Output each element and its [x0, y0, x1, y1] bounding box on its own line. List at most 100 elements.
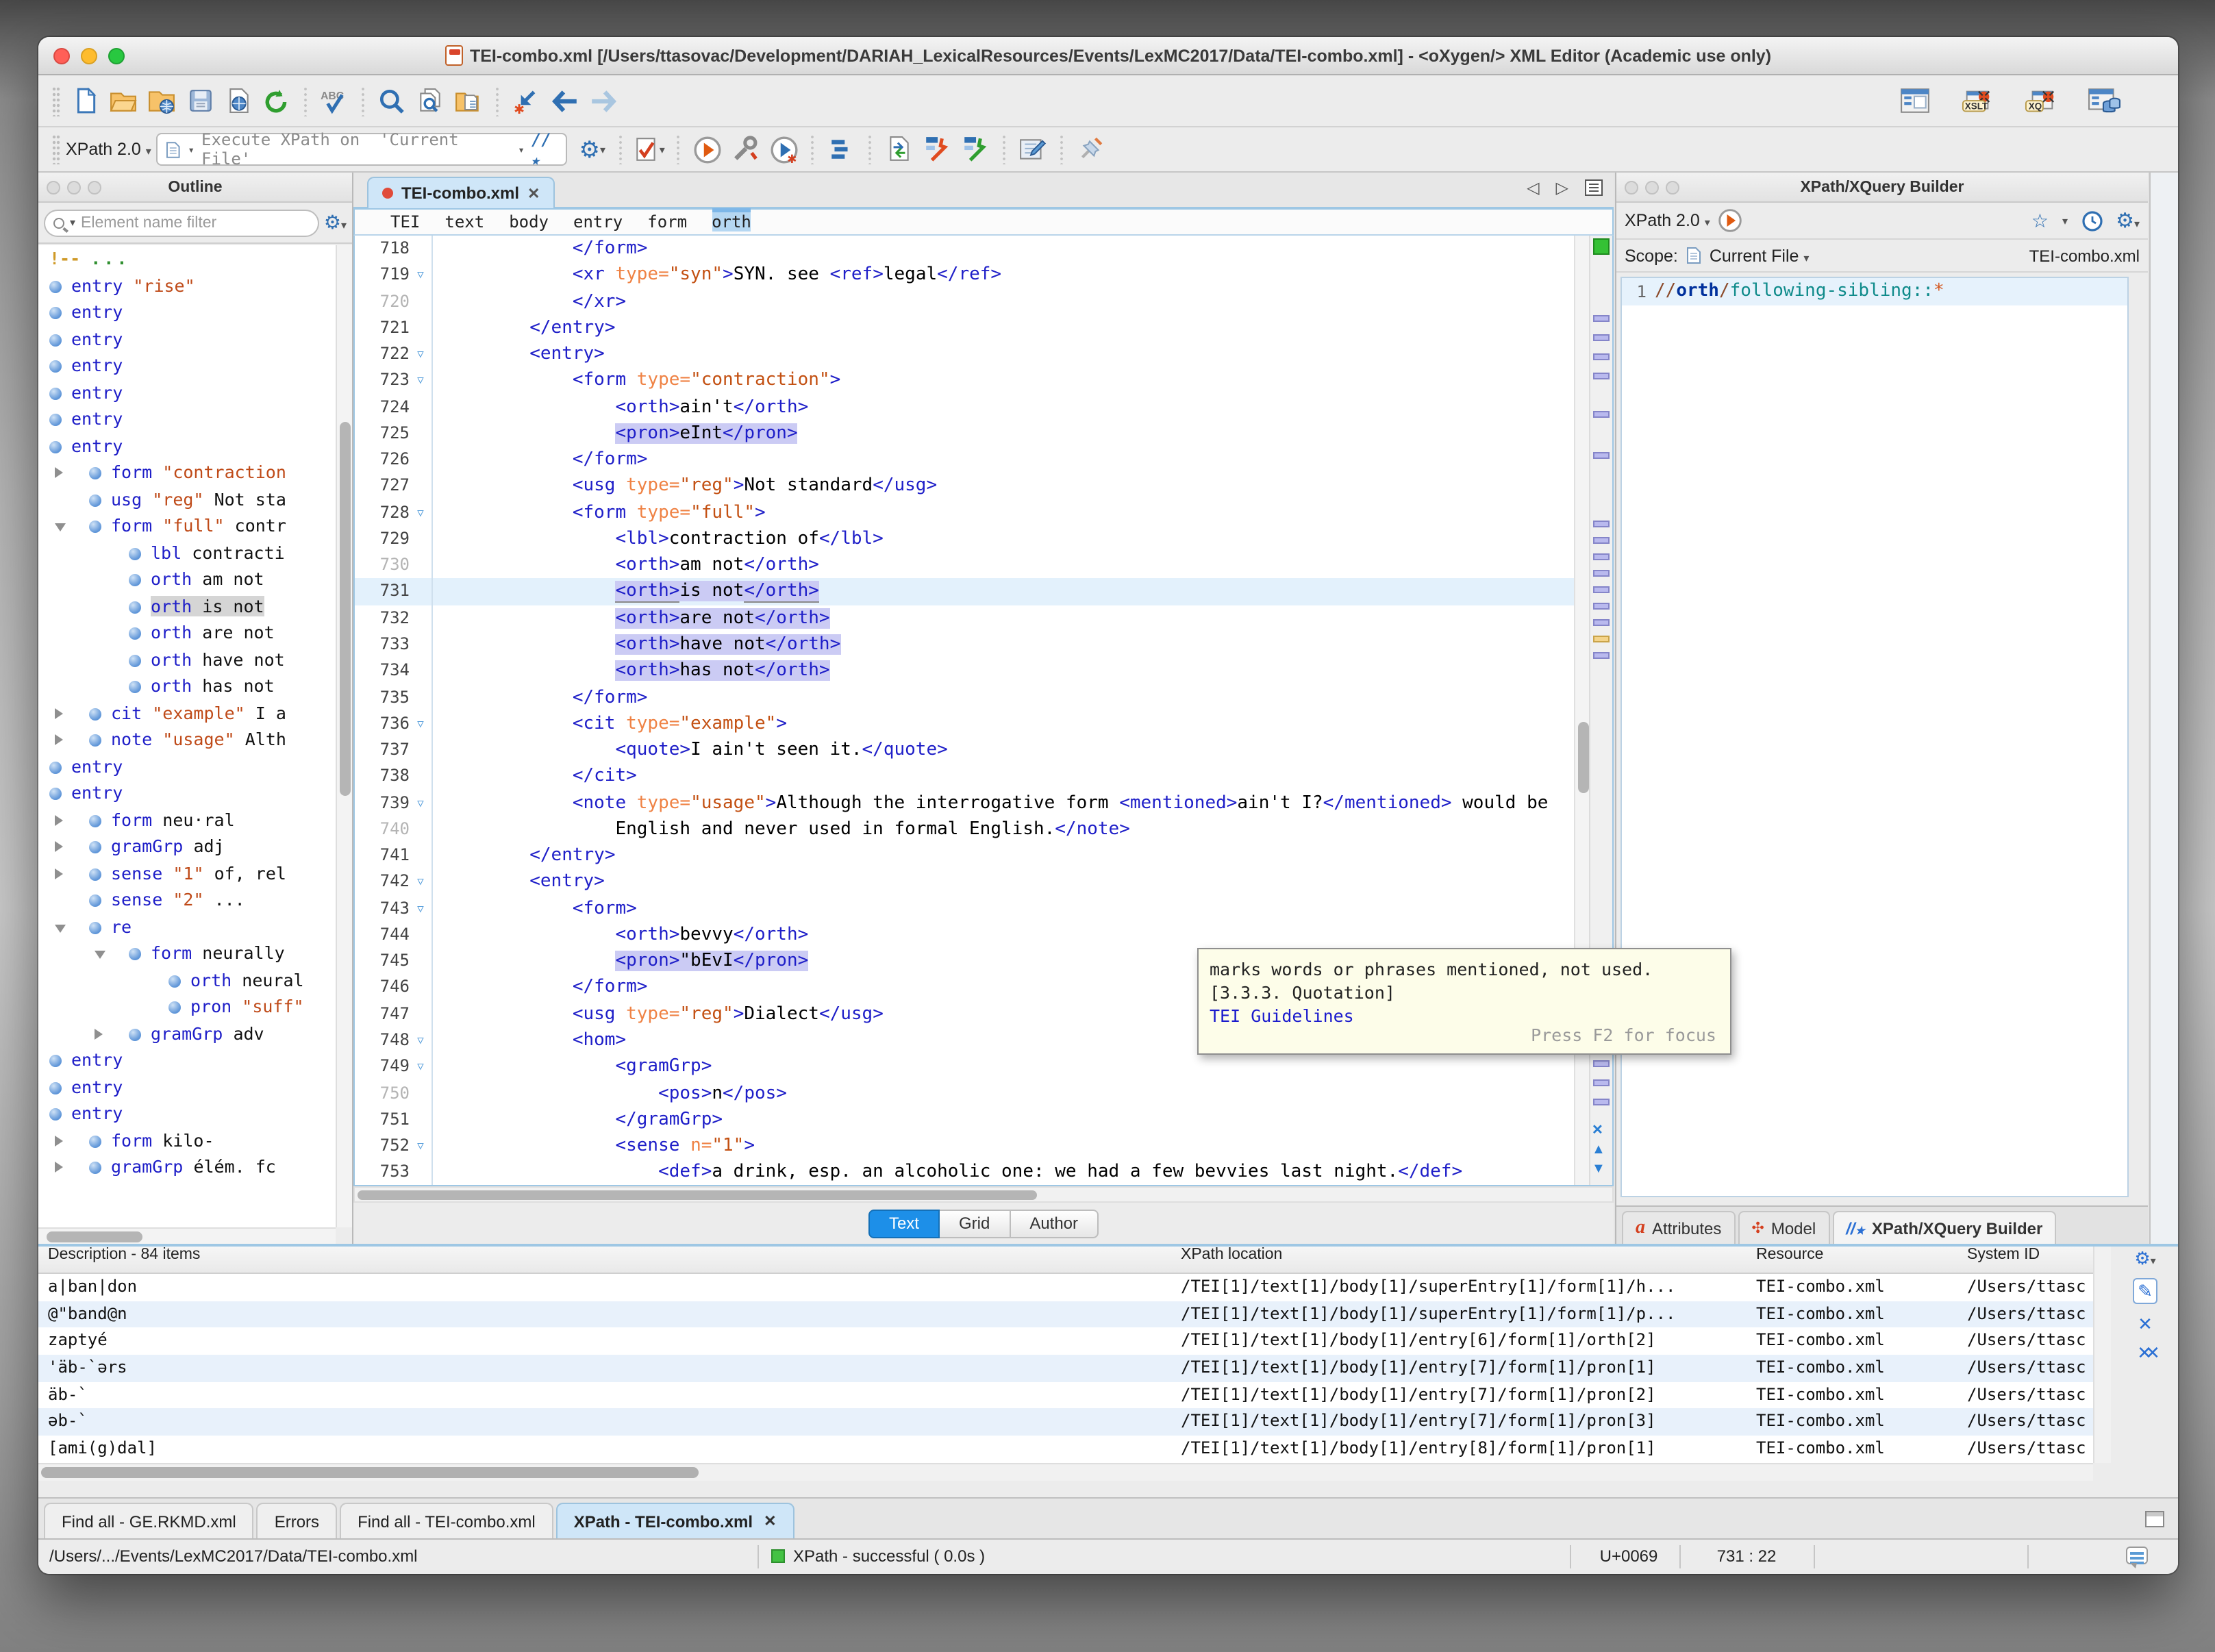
save-url-icon[interactable]: [222, 84, 255, 117]
remove-result-icon[interactable]: ✕: [2138, 1315, 2153, 1333]
occurrence-marker[interactable]: [1593, 586, 1610, 593]
list-results-icon[interactable]: [825, 133, 858, 166]
scope-dropdown[interactable]: Current File ▾: [1710, 246, 1810, 265]
outline-settings-gear-icon[interactable]: ⚙▾: [324, 211, 347, 234]
outline-item[interactable]: form "contraction: [38, 459, 336, 486]
outline-vertical-scrollbar[interactable]: [336, 245, 352, 1227]
occurrence-marker[interactable]: [1593, 1099, 1610, 1105]
fold-arrow-icon[interactable]: ▽: [410, 341, 431, 368]
expand-arrow-icon[interactable]: [55, 1162, 63, 1173]
save-icon[interactable]: [184, 84, 216, 117]
collapse-arrow-icon[interactable]: [55, 523, 66, 531]
expand-arrow-icon[interactable]: [55, 1135, 63, 1146]
outline-item[interactable]: orth has not: [38, 673, 336, 699]
tools-wrench-icon[interactable]: [729, 133, 762, 166]
outline-item[interactable]: cit "example" I a: [38, 699, 336, 726]
outline-item[interactable]: entry: [38, 299, 336, 325]
occurrence-marker[interactable]: [1593, 411, 1610, 418]
breadcrumb-item-body[interactable]: body: [509, 212, 549, 231]
mode-tab-author[interactable]: Author: [1010, 1209, 1099, 1238]
bottom-tab-find-all-tei-combo-xml[interactable]: Find all - TEI-combo.xml: [340, 1503, 553, 1538]
occurrence-marker[interactable]: [1593, 315, 1610, 322]
fold-arrow-icon[interactable]: ▽: [410, 499, 431, 526]
find-in-files-icon[interactable]: [414, 84, 447, 117]
builder-tab-model[interactable]: ✣Model: [1738, 1211, 1829, 1244]
element-name-filter-input[interactable]: ▾Element name filter: [44, 209, 320, 236]
expand-arrow-icon[interactable]: [55, 467, 63, 478]
occurrence-marker[interactable]: [1593, 1060, 1610, 1067]
outline-item[interactable]: entry: [38, 779, 336, 806]
builder-panel-header[interactable]: XPath/XQuery Builder: [1616, 173, 2148, 203]
collapse-arrow-icon[interactable]: [95, 951, 105, 959]
outline-item[interactable]: form neu·ral: [38, 806, 336, 833]
fold-arrow-icon[interactable]: ▽: [410, 1027, 431, 1054]
outline-item[interactable]: entry: [38, 379, 336, 405]
outline-tree[interactable]: !-- ...entry "rise"entryentryentryentrye…: [38, 245, 336, 1227]
fold-arrow-icon[interactable]: ▽: [410, 711, 431, 738]
editor-horizontal-scrollbar[interactable]: [353, 1186, 1614, 1203]
expand-arrow-icon[interactable]: [55, 734, 63, 745]
xpath-expression-editor[interactable]: 1 //orth/following-sibling::*: [1620, 277, 2129, 1197]
breadcrumb-item-orth[interactable]: orth: [712, 212, 751, 231]
column-xpath-location[interactable]: XPath location: [1181, 1247, 1749, 1263]
expand-arrow-icon[interactable]: [55, 814, 63, 825]
result-row[interactable]: 'äb-`ərs/TEI[1]/text[1]/body[1]/entry[7]…: [38, 1355, 2093, 1381]
outline-item[interactable]: re: [38, 913, 336, 940]
occurrence-marker[interactable]: [1593, 553, 1610, 560]
bottom-tab-xpath-tei-combo-xml[interactable]: XPath - TEI-combo.xml✕: [556, 1503, 794, 1538]
result-row[interactable]: zaptyé/TEI[1]/text[1]/body[1]/entry[6]/f…: [38, 1328, 2093, 1355]
spell-check-icon[interactable]: ABC: [318, 84, 351, 117]
occurrence-marker[interactable]: [1593, 1079, 1610, 1086]
outline-item[interactable]: lbl contracti: [38, 539, 336, 566]
results-vertical-scrollbar[interactable]: [2093, 1247, 2111, 1463]
outline-item[interactable]: entry: [38, 325, 336, 352]
mode-tab-grid[interactable]: Grid: [940, 1209, 1010, 1238]
outline-item[interactable]: entry: [38, 753, 336, 779]
breadcrumb-item-text[interactable]: text: [445, 212, 484, 231]
next-marker-icon[interactable]: ▼: [1592, 1162, 1605, 1177]
next-editor-icon[interactable]: ▷: [1556, 178, 1568, 197]
column-resource[interactable]: Resource: [1756, 1247, 1959, 1263]
xquery-debugger-icon[interactable]: XQ: [2025, 84, 2057, 117]
builder-run-icon[interactable]: [1718, 208, 1743, 233]
notifications-icon[interactable]: [2126, 1547, 2148, 1564]
previous-editor-icon[interactable]: ◁: [1527, 178, 1539, 197]
expand-arrow-icon[interactable]: [95, 1028, 103, 1039]
result-row[interactable]: [ami(g)dal]/TEI[1]/text[1]/body[1]/entry…: [38, 1436, 2093, 1462]
breadcrumb-item-form[interactable]: form: [647, 212, 687, 231]
remove-all-results-icon[interactable]: ✕✕: [2137, 1344, 2153, 1362]
outline-item[interactable]: entry: [38, 1047, 336, 1073]
outline-item[interactable]: gramGrp adv: [38, 1020, 336, 1047]
xpath-engine-dropdown[interactable]: XPath 2.0 ▾: [66, 140, 151, 159]
open-url-icon[interactable]: [145, 84, 178, 117]
result-row[interactable]: @"band@n/TEI[1]/text[1]/body[1]/superEnt…: [38, 1301, 2093, 1327]
occurrence-marker[interactable]: [1593, 570, 1610, 577]
xpath-builder-icon[interactable]: //★: [531, 130, 558, 168]
find-resource-icon[interactable]: [452, 84, 485, 117]
outline-item[interactable]: entry: [38, 432, 336, 459]
transform-doc-icon[interactable]: [883, 133, 916, 166]
outline-item[interactable]: orth neural: [38, 966, 336, 993]
result-row[interactable]: äb-`/TEI[1]/text[1]/body[1]/entry[7]/for…: [38, 1382, 2093, 1409]
bottom-tab-find-all-ge-rkmd-xml[interactable]: Find all - GE.RKMD.xml: [44, 1503, 254, 1538]
builder-tab-xpath-xquery-builder[interactable]: //★XPath/XQuery Builder: [1832, 1211, 2056, 1244]
occurrence-marker[interactable]: [1593, 619, 1610, 626]
run-debug-icon[interactable]: ✱: [768, 133, 801, 166]
clear-highlights-icon[interactable]: ✕: [1592, 1123, 1603, 1138]
occurrence-marker[interactable]: [1593, 636, 1610, 642]
outline-item[interactable]: sense "2" ...: [38, 886, 336, 913]
outline-item[interactable]: sense "1" of, rel: [38, 860, 336, 886]
outline-item[interactable]: form kilo-: [38, 1127, 336, 1153]
expand-arrow-icon[interactable]: [55, 841, 63, 852]
outline-item[interactable]: entry: [38, 1100, 336, 1127]
open-folder-icon[interactable]: [107, 84, 140, 117]
editor-list-icon[interactable]: [1585, 179, 1603, 196]
new-document-icon[interactable]: [68, 84, 101, 117]
breadcrumb-item-TEI[interactable]: TEI: [390, 212, 420, 231]
search-icon[interactable]: [375, 84, 408, 117]
occurrence-marker[interactable]: [1593, 603, 1610, 610]
xslt-debugger-icon[interactable]: XSLT: [1962, 84, 1994, 117]
fold-arrow-icon[interactable]: ▽: [410, 790, 431, 816]
validate-check-icon[interactable]: ▾: [634, 133, 666, 166]
fold-arrow-icon[interactable]: ▽: [410, 1133, 431, 1160]
